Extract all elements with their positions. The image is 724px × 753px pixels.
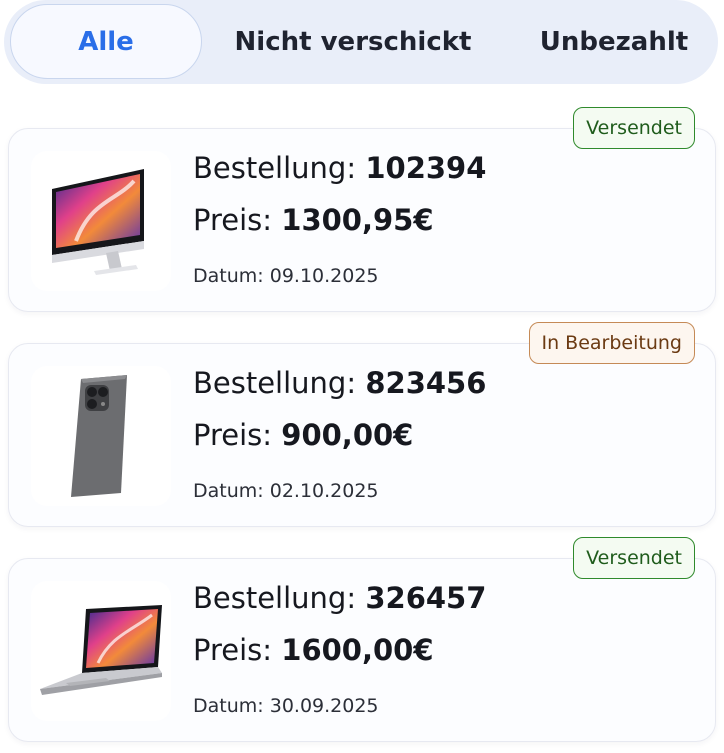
order-number: 823456 [365,366,487,400]
price-line: Preis: 1600,00€ [193,633,434,667]
status-badge: Versendet [573,107,695,149]
order-date: 02.10.2025 [269,480,379,502]
product-image [31,581,171,721]
macbook-icon [40,605,162,695]
order-card[interactable]: Versendet Bestellung: 326457 Preis: 1600… [8,537,716,742]
price-line: Preis: 900,00€ [193,418,414,452]
tab-unbezahlt[interactable]: Unbezahlt [524,0,704,84]
imac-icon [52,169,144,275]
date-line: Datum: 30.09.2025 [193,695,379,717]
order-date: 09.10.2025 [269,265,379,287]
iphone-icon [71,375,127,497]
date-line: Datum: 09.10.2025 [193,265,379,287]
tab-alle[interactable]: Alle [10,4,202,79]
order-number: 102394 [365,151,487,185]
order-date: 30.09.2025 [269,695,379,717]
product-image [31,151,171,291]
order-price: 1600,00€ [281,633,434,667]
order-card[interactable]: Versendet Bestellung: 102394 Preis: 1300… [8,107,716,312]
status-badge: Versendet [573,537,695,579]
order-number-line: Bestellung: 102394 [193,151,487,185]
price-line: Preis: 1300,95€ [193,203,434,237]
date-line: Datum: 02.10.2025 [193,480,379,502]
order-card[interactable]: In Bearbeitung Bestellung: 823456 Preis:… [8,322,716,527]
order-price: 900,00€ [281,418,414,452]
status-badge: In Bearbeitung [528,322,695,364]
order-price: 1300,95€ [281,203,434,237]
order-number-line: Bestellung: 823456 [193,366,487,400]
order-filter-tabs: Alle Nicht verschickt Unbezahlt [4,0,718,84]
tab-nicht-verschickt[interactable]: Nicht verschickt [222,0,484,84]
product-image [31,366,171,506]
order-number: 326457 [365,581,487,615]
order-number-line: Bestellung: 326457 [193,581,487,615]
